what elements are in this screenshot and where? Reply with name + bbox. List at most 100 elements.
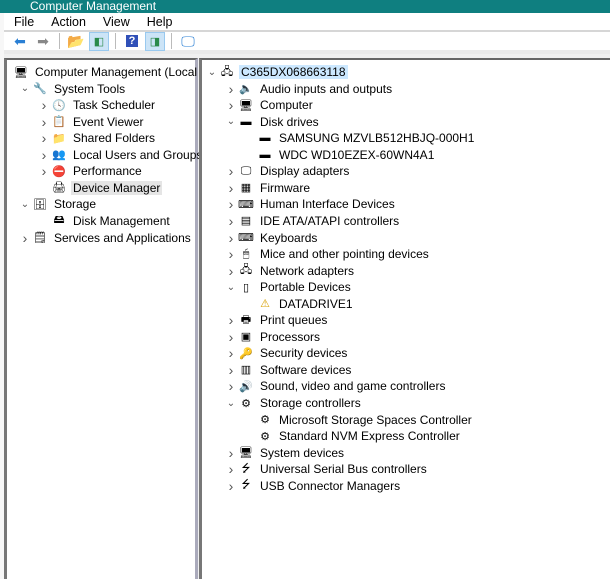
tree-item[interactable]: ⌄ 🖧 C365DX068663118 [205, 64, 348, 80]
tree-item[interactable]: › ⭍ USB Connector Managers [224, 478, 402, 494]
tree-item-label: System devices [260, 445, 345, 460]
chevron-right-icon[interactable]: › [224, 329, 238, 345]
menu-action[interactable]: Action [41, 15, 93, 29]
tree-item[interactable]: ⚙ Microsoft Storage Spaces Controller [243, 412, 474, 428]
tree-item[interactable]: › 🕓 Task Scheduler [37, 97, 157, 113]
chevron-right-icon[interactable]: › [37, 163, 51, 179]
chevron-down-icon[interactable]: ⌄ [224, 116, 238, 127]
tree-item[interactable]: › 👥 Local Users and Groups [37, 147, 204, 163]
tree-item[interactable]: › 📋 Event Viewer [37, 114, 145, 130]
tree-item[interactable]: › 🔈 Audio inputs and outputs [224, 81, 394, 97]
tree-item-label: Microsoft Storage Spaces Controller [279, 412, 472, 427]
menu-help[interactable]: Help [137, 15, 180, 29]
chevron-right-icon[interactable]: › [224, 196, 238, 212]
tree-item[interactable]: › ▦ Firmware [224, 180, 312, 196]
tree-item[interactable]: › 🖥 Computer [224, 97, 315, 113]
help-icon[interactable]: ? [122, 32, 142, 51]
show-hide-console-tree-icon[interactable]: ◧ [89, 31, 109, 51]
chevron-right-icon[interactable]: › [224, 478, 238, 494]
tree-item-label: SAMSUNG MZVLB512HBJQ-000H1 [279, 131, 475, 146]
tree-item[interactable]: › ▤ IDE ATA/ATAPI controllers [224, 213, 401, 229]
tree-item[interactable]: › ▥ Software devices [224, 362, 353, 378]
chevron-right-icon[interactable]: › [224, 263, 238, 279]
chevron-right-icon[interactable]: › [224, 180, 238, 196]
tree-item[interactable]: ▬ WDC WD10EZEX-60WN4A1 [243, 147, 436, 163]
tree-item[interactable]: › 🖧 Network adapters [224, 263, 356, 279]
tree-item[interactable]: 🖨 Device Manager [37, 180, 163, 196]
tree-item[interactable]: › 🖶 Print queues [224, 312, 329, 328]
tree-item[interactable]: › ⌨ Keyboards [224, 230, 319, 246]
chevron-right-icon[interactable]: › [37, 147, 51, 163]
toolbar: ⬅ ➡ 📂 ◧ ? ◨ 🖵 [4, 31, 610, 54]
printer-icon: 🖶 [240, 313, 252, 326]
tree-item[interactable]: › 🔊 Sound, video and game controllers [224, 378, 447, 394]
tree-item-label: Device Manager [71, 180, 163, 195]
toolbar-separator [59, 33, 60, 49]
tree-item[interactable]: › ⛔ Performance [37, 163, 144, 179]
tree-item[interactable]: 🖴 Disk Management [37, 213, 172, 229]
up-folder-icon[interactable]: 📂 [66, 32, 86, 51]
chevron-right-icon[interactable]: › [224, 461, 238, 477]
chevron-down-icon[interactable]: ⌄ [18, 83, 32, 94]
tree-item[interactable]: ⌄ 🔧 System Tools [18, 81, 127, 97]
chevron-down-icon[interactable]: ⌄ [224, 398, 238, 409]
chevron-right-icon[interactable]: › [224, 445, 238, 461]
menu-file[interactable]: File [4, 15, 41, 29]
chevron-right-icon[interactable]: › [37, 97, 51, 113]
tree-item[interactable]: ⌄ ⚙ Storage controllers [224, 395, 363, 411]
back-icon[interactable]: ⬅ [10, 32, 30, 51]
chevron-right-icon[interactable]: › [224, 362, 238, 378]
device-tree[interactable]: ⌄ 🖧 C365DX068663118 › 🔈 Audio inputs and outp… [199, 58, 610, 579]
chevron-right-icon[interactable]: › [224, 163, 238, 179]
chevron-down-icon[interactable]: ⌄ [224, 282, 238, 293]
console-tree[interactable]: 🖥 Computer Management (Local ⌄ 🔧 System Tool… [4, 58, 202, 579]
chevron-right-icon[interactable]: › [224, 230, 238, 246]
tree-item[interactable]: › ⭍ Universal Serial Bus controllers [224, 461, 429, 477]
tree-item[interactable]: › ▣ Processors [224, 329, 322, 345]
chevron-right-icon[interactable]: › [224, 378, 238, 394]
tree-item[interactable]: ▬ SAMSUNG MZVLB512HBJQ-000H1 [243, 130, 476, 146]
tree-item-label: Display adapters [260, 164, 350, 179]
tree-item[interactable]: › 🖵 Display adapters [224, 163, 351, 179]
chevron-right-icon[interactable]: › [224, 81, 238, 97]
tree-item[interactable]: › 🗒 Services and Applications [18, 230, 193, 246]
chevron-down-icon[interactable]: ⌄ [205, 67, 219, 78]
show-action-pane-icon[interactable]: ◨ [145, 31, 165, 51]
chevron-down-icon[interactable]: ⌄ [18, 199, 32, 210]
tree-item[interactable]: ⚙ Standard NVM Express Controller [243, 428, 462, 444]
monitor-icon: 🖥 [239, 99, 253, 112]
tree-item-label: Audio inputs and outputs [260, 81, 393, 96]
tree-item[interactable]: ⌄ ▬ Disk drives [224, 114, 321, 130]
tree-item[interactable]: › 🖱 Mice and other pointing devices [224, 246, 431, 262]
tree-item[interactable]: › 🖥 System devices [224, 445, 346, 461]
tree-item[interactable]: ⌄ ▯ Portable Devices [224, 279, 353, 295]
tree-item-label: System Tools [54, 81, 126, 96]
chevron-right-icon[interactable]: › [18, 230, 32, 246]
tree-item-label: USB Connector Managers [260, 478, 401, 493]
chevron-right-icon[interactable]: › [224, 312, 238, 328]
tree-item[interactable]: ⌄ 🗄 Storage [18, 196, 98, 212]
tree-item[interactable]: › ⌨ Human Interface Devices [224, 196, 397, 212]
chevron-right-icon[interactable]: › [37, 114, 51, 130]
tree-item-label: Services and Applications [54, 230, 191, 245]
tree-item-label: Event Viewer [73, 114, 144, 129]
tree-item[interactable]: › 🔑 Security devices [224, 345, 349, 361]
tree-item[interactable]: ⚠ DATADRIVE1 [243, 296, 355, 312]
chevron-right-icon[interactable]: › [224, 213, 238, 229]
tree-item-label: DATADRIVE1 [279, 296, 353, 311]
disk-icon: ▬ [259, 148, 271, 161]
chevron-right-icon[interactable]: › [224, 97, 238, 113]
storage-controller-icon: ⚙ [241, 397, 251, 410]
chevron-right-icon[interactable]: › [224, 246, 238, 262]
tree-item[interactable]: › 📁 Shared Folders [37, 130, 157, 146]
chevron-right-icon[interactable]: › [37, 130, 51, 146]
scan-hardware-icon[interactable]: 🖵 [178, 32, 198, 51]
mouse-icon: 🖱 [242, 247, 250, 260]
computer-management-icon: 🖥 [14, 66, 28, 79]
tree-item-label: WDC WD10EZEX-60WN4A1 [279, 147, 435, 162]
menu-view[interactable]: View [93, 15, 137, 29]
forward-icon[interactable]: ➡ [33, 32, 53, 51]
shared-folder-icon: 📁 [52, 132, 66, 145]
tree-item[interactable]: 🖥 Computer Management (Local [0, 64, 199, 80]
chevron-right-icon[interactable]: › [224, 345, 238, 361]
